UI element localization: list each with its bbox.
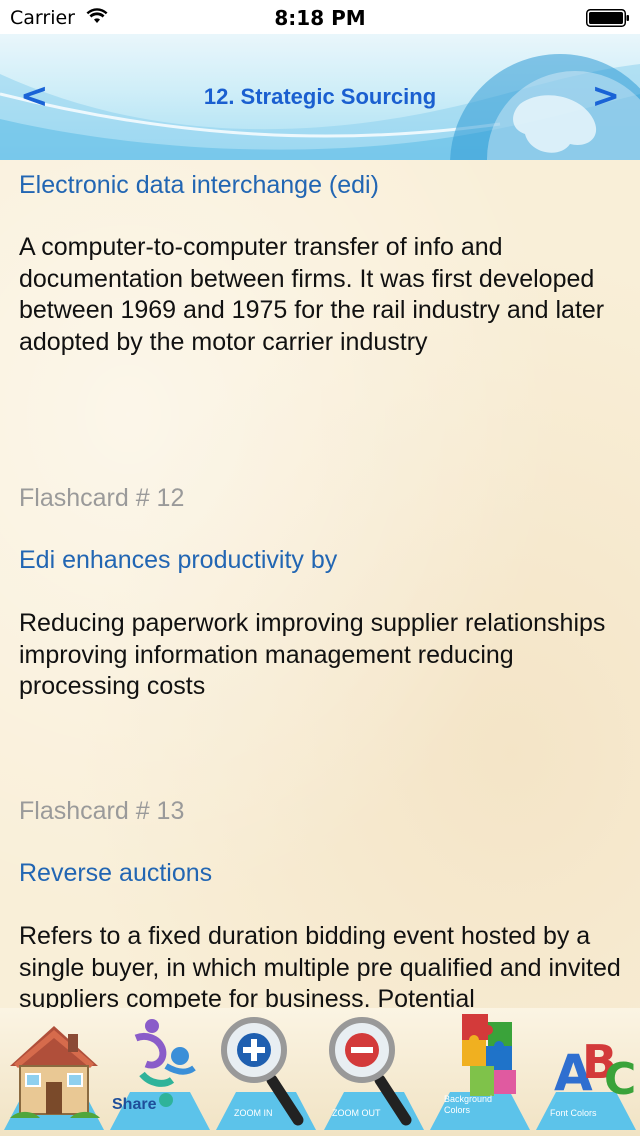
flashcard-number: Flashcard # 13 [19, 797, 185, 825]
font-color-label: Font Colors [550, 1108, 597, 1118]
card-heading: Reverse auctions [19, 859, 213, 887]
zoom-in-label: ZOOM IN [234, 1108, 273, 1118]
font-color-button[interactable]: A B C Font Colors [532, 1008, 640, 1136]
background-color-label: Background Colors [444, 1094, 493, 1115]
flashcard-number: Flashcard # 12 [19, 484, 185, 512]
puzzle-icon [430, 1014, 530, 1130]
zoom-out-label: ZOOM OUT [332, 1108, 381, 1118]
card-body: Refers to a fixed duration bidding event… [19, 922, 621, 1008]
background-color-button[interactable]: Background Colors [426, 1008, 534, 1136]
share-button[interactable]: Share [106, 1008, 214, 1136]
house-icon [4, 1026, 104, 1130]
svg-text:C: C [604, 1054, 636, 1105]
home-button[interactable] [0, 1008, 108, 1136]
zoom-out-button[interactable]: ZOOM OUT [320, 1008, 428, 1136]
card-body: Reducing paperwork improving supplier re… [19, 609, 606, 700]
card-heading: Electronic data interchange (edi) [19, 171, 379, 199]
bottom-toolbar: Share ZOOM IN ZOOM OUT Background Colors… [0, 1008, 640, 1136]
nav-header: < 12. Strategic Sourcing > [0, 34, 640, 160]
share-label: Share [112, 1096, 157, 1113]
battery-icon [586, 9, 629, 27]
page-title: 12. Strategic Sourcing [203, 84, 437, 109]
zoom-in-button[interactable]: ZOOM IN [212, 1008, 320, 1136]
card-body: A computer-to-computer transfer of info … [19, 233, 605, 356]
status-time: 8:18 PM [274, 6, 366, 30]
next-button[interactable]: > [590, 78, 621, 114]
status-bar: Carrier 8:18 PM [0, 0, 640, 34]
card-heading: Edi enhances productivity by [19, 546, 338, 574]
share-icon [110, 1019, 210, 1130]
flashcard-content[interactable]: Electronic data interchange (edi) A comp… [0, 160, 640, 1008]
